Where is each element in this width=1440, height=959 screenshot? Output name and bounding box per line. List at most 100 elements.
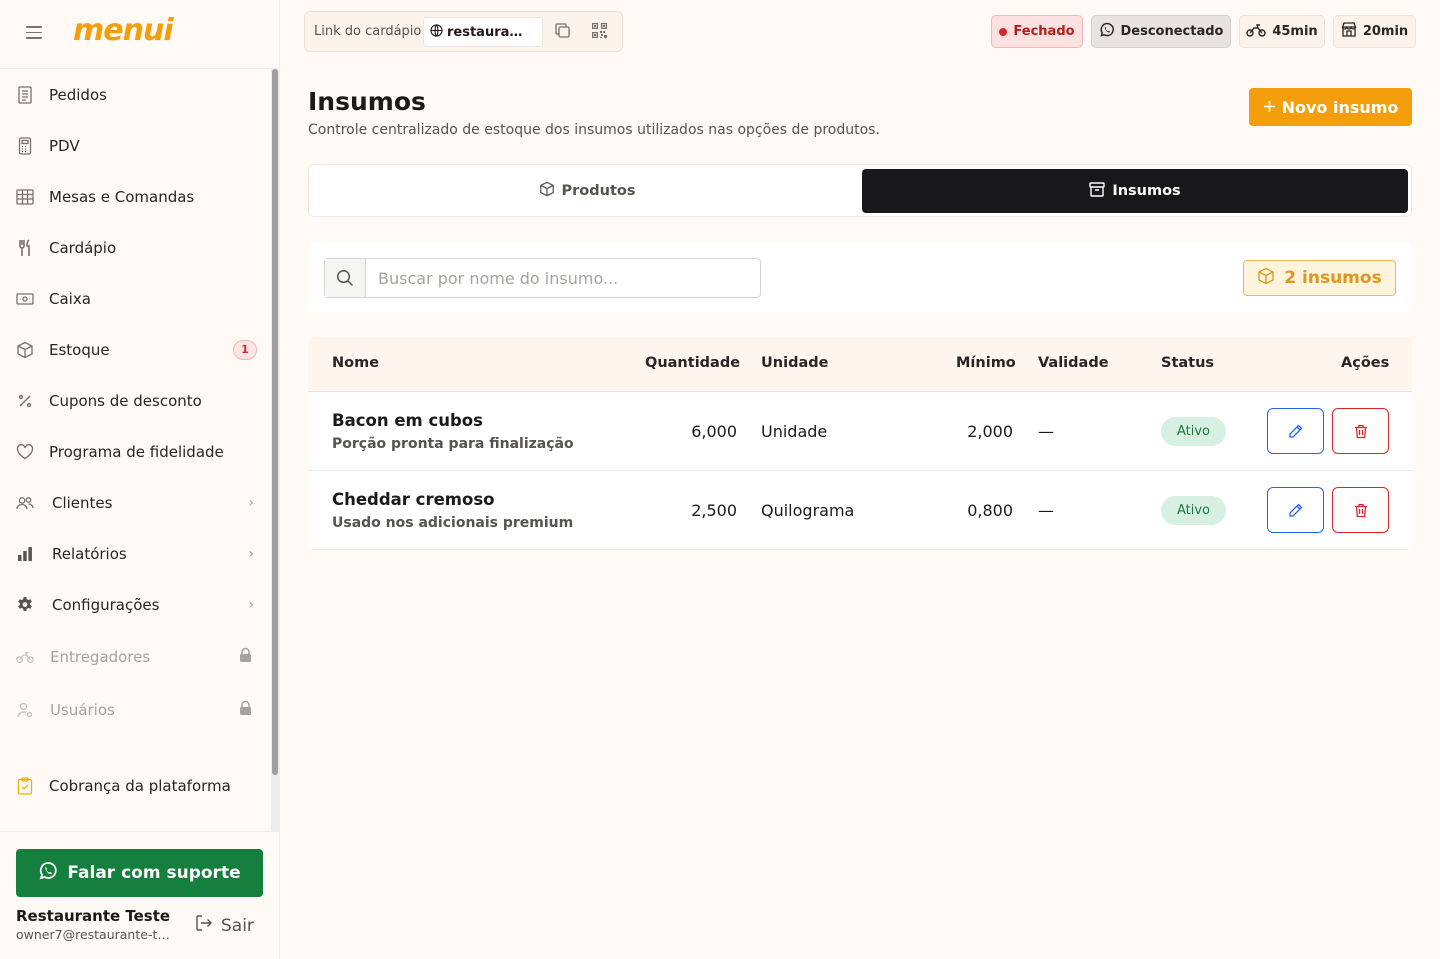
receipt-icon — [16, 85, 34, 104]
tab-produtos[interactable]: Produtos — [313, 169, 861, 213]
status-badge: Ativo — [1161, 417, 1226, 446]
delete-button[interactable] — [1332, 487, 1389, 533]
bar-chart-icon — [16, 545, 34, 563]
logout-label: Sair — [221, 915, 254, 936]
column-header-minimum[interactable]: Mínimo — [956, 355, 1016, 371]
search-placeholder: Buscar por nome do insumo... — [378, 269, 619, 288]
pencil-icon — [1289, 503, 1303, 517]
column-header-name[interactable]: Nome — [332, 355, 379, 371]
account-email: owner7@restaurante-teste.com — [16, 927, 176, 942]
sidebar-item-label: Clientes — [52, 493, 113, 512]
sidebar-item-configuracoes[interactable]: Configurações › — [0, 579, 270, 630]
sidebar-item-cobranca[interactable]: Cobrança da plataforma — [0, 760, 270, 811]
user-gear-icon — [16, 701, 34, 719]
new-supply-button[interactable]: Novo insumo — [1249, 88, 1412, 126]
trash-icon — [1354, 424, 1367, 438]
sidebar-item-mesas[interactable]: Mesas e Comandas — [0, 171, 270, 222]
menu-link-url[interactable]: restaurante-teste — [423, 17, 543, 47]
search-input[interactable]: Buscar por nome do insumo... — [324, 258, 761, 298]
sidebar-header: menui — [0, 0, 279, 69]
sidebar-item-usuarios[interactable]: Usuários — [0, 683, 270, 736]
whatsapp-status-badge[interactable]: Desconectado — [1091, 15, 1231, 48]
clipboard-check-icon — [16, 776, 34, 795]
sidebar-item-label: Usuários — [50, 700, 115, 719]
sidebar-item-label: Relatórios — [52, 544, 127, 563]
pickup-time-label: 20min — [1362, 24, 1409, 39]
logout-button[interactable]: Sair — [195, 914, 254, 937]
edit-button[interactable] — [1267, 487, 1324, 533]
search-icon — [325, 259, 366, 297]
pickup-time-badge[interactable]: 20min — [1333, 15, 1416, 48]
logout-icon — [195, 914, 213, 937]
sidebar-item-estoque[interactable]: Estoque 1 — [0, 324, 270, 375]
chevron-right-icon: › — [248, 545, 254, 562]
sidebar-item-clientes[interactable]: Clientes › — [0, 477, 270, 528]
column-header-validity[interactable]: Validade — [1038, 355, 1109, 371]
sidebar-item-label: Estoque — [49, 340, 110, 359]
archive-icon — [1089, 181, 1106, 201]
column-header-status[interactable]: Status — [1161, 355, 1214, 371]
supply-description: Usado nos adicionais premium — [332, 515, 574, 531]
supplies-table: Nome Quantidade Unidade Mínimo Validade … — [308, 337, 1412, 550]
box-icon — [16, 341, 34, 359]
table-row[interactable]: Bacon em cubos Porção pronta para finali… — [308, 392, 1412, 471]
sidebar-scrollbar[interactable] — [271, 69, 279, 831]
motorcycle-icon — [16, 648, 34, 666]
gear-icon — [16, 596, 34, 614]
cash-register-icon — [16, 290, 34, 308]
supply-minimum: 2,000 — [967, 422, 1013, 441]
supply-count-badge: 2 insumos — [1243, 260, 1396, 296]
table-row[interactable]: Cheddar cremoso Usado nos adicionais pre… — [308, 471, 1412, 550]
sidebar-item-label: Mesas e Comandas — [49, 187, 195, 206]
heart-icon — [16, 443, 34, 461]
support-button[interactable]: Falar com suporte — [16, 849, 263, 897]
chevron-right-icon: › — [248, 494, 254, 511]
column-header-quantity[interactable]: Quantidade — [645, 355, 740, 371]
utensils-icon — [16, 238, 34, 257]
sidebar-item-entregadores[interactable]: Entregadores — [0, 630, 270, 683]
tab-label: Insumos — [1112, 183, 1181, 199]
whatsapp-status-label: Desconectado — [1120, 24, 1224, 39]
sidebar-item-relatorios[interactable]: Relatórios › — [0, 528, 270, 579]
plus-icon — [1263, 98, 1276, 117]
delivery-time-badge[interactable]: 45min — [1239, 15, 1325, 48]
sidebar-item-caixa[interactable]: Caixa — [0, 273, 270, 324]
sidebar-item-label: Entregadores — [50, 647, 151, 666]
store-status-badge[interactable]: Fechado — [991, 15, 1083, 48]
qr-code-icon[interactable] — [591, 22, 608, 43]
column-header-unit[interactable]: Unidade — [761, 355, 828, 371]
delete-button[interactable] — [1332, 408, 1389, 454]
view-tabs: Produtos Insumos — [308, 164, 1412, 217]
supply-minimum: 0,800 — [967, 501, 1013, 520]
sidebar-item-label: PDV — [49, 136, 80, 155]
search-card: Buscar por nome do insumo... 2 insumos — [308, 242, 1412, 314]
menu-toggle-icon[interactable] — [26, 26, 42, 40]
sidebar-nav: Pedidos PDV Mesas e Comandas Cardápio Ca… — [0, 69, 270, 831]
sidebar-item-pdv[interactable]: PDV — [0, 120, 270, 171]
sidebar-item-label: Pedidos — [49, 85, 107, 104]
lock-icon — [239, 700, 252, 720]
scrollbar-thumb[interactable] — [272, 69, 278, 775]
supply-unit: Unidade — [761, 422, 828, 441]
sidebar: menui Pedidos PDV Mesas e Comandas Cardá… — [0, 0, 280, 959]
copy-icon[interactable] — [554, 22, 571, 43]
store-icon — [1341, 22, 1357, 41]
supply-quantity: 2,500 — [691, 501, 737, 520]
sidebar-item-cupons[interactable]: Cupons de desconto — [0, 375, 270, 426]
sidebar-item-pedidos[interactable]: Pedidos — [0, 69, 270, 120]
app-logo[interactable]: menui — [73, 13, 174, 48]
supply-validity: — — [1038, 422, 1054, 441]
status-badge: Ativo — [1161, 496, 1226, 525]
sidebar-item-fidelidade[interactable]: Programa de fidelidade — [0, 426, 270, 477]
lock-icon — [239, 647, 252, 667]
tab-insumos[interactable]: Insumos — [862, 169, 1408, 213]
sidebar-item-cardapio[interactable]: Cardápio — [0, 222, 270, 273]
sidebar-item-label: Cardápio — [49, 238, 117, 257]
table-header: Nome Quantidade Unidade Mínimo Validade … — [308, 337, 1412, 392]
globe-icon — [430, 23, 443, 41]
whatsapp-icon — [38, 861, 58, 886]
box-icon — [1257, 267, 1275, 290]
edit-button[interactable] — [1267, 408, 1324, 454]
sidebar-footer: Falar com suporte Restaurante Teste owne… — [0, 831, 279, 959]
calculator-icon — [16, 136, 34, 155]
